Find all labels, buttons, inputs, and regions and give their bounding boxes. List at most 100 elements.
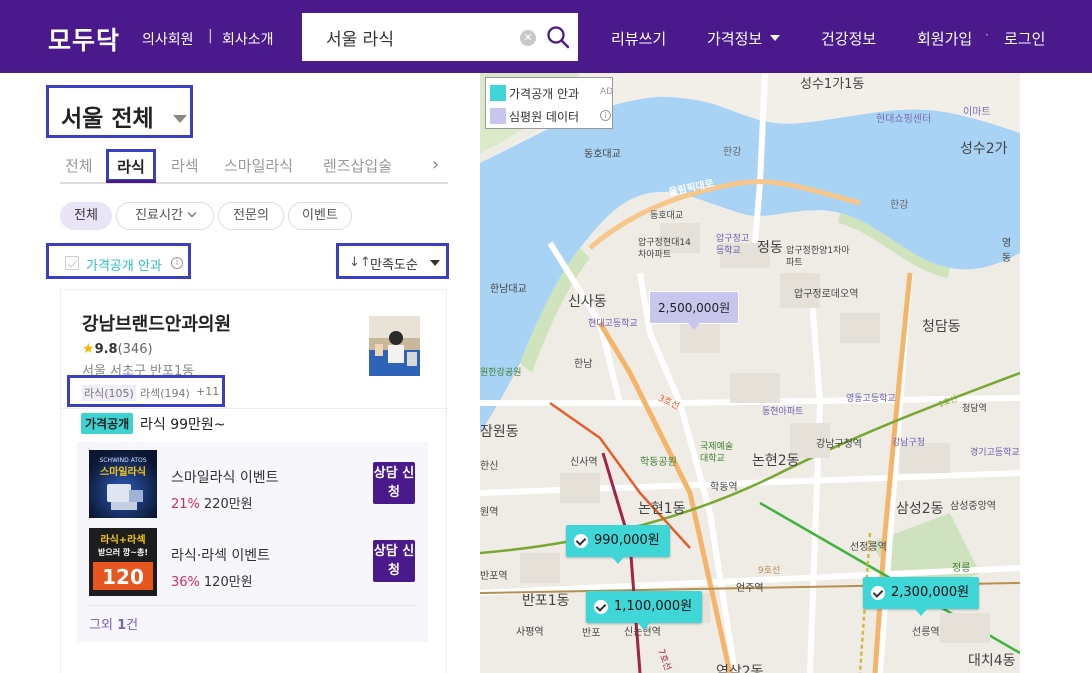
map-label: 한남대교 xyxy=(490,284,527,295)
map-label: 선릉역 xyxy=(912,627,940,638)
map-label: 대치4동 xyxy=(968,653,1016,669)
chevron-right-icon[interactable]: › xyxy=(432,154,439,175)
nav-price-info[interactable]: 가격정보 xyxy=(707,28,781,49)
active-tab-indicator xyxy=(106,180,156,183)
price-open-badge: 가격공개 xyxy=(81,413,134,434)
map-price-pin-label: 2,300,000원 xyxy=(891,585,970,600)
map-label: 원역 xyxy=(480,507,499,518)
chip-hours-label: 진료시간 xyxy=(135,208,183,223)
map-label: 삼성2동 xyxy=(896,501,944,517)
event-price: 21% 220만원 xyxy=(171,493,253,512)
map-label: 한강 xyxy=(890,200,909,211)
map-label: 7호선 xyxy=(655,647,673,673)
clinic-name[interactable]: 강남브랜드안과의원 xyxy=(82,310,231,336)
search-icon[interactable] xyxy=(546,25,570,49)
map-price-pin-label: 990,000원 xyxy=(594,533,660,548)
nav-health-info[interactable]: 건강정보 xyxy=(821,28,876,49)
chip-all[interactable]: 전체 xyxy=(60,202,112,230)
event-image-title: 스마일라식 xyxy=(100,465,146,478)
caret-down-icon xyxy=(770,35,781,41)
more-events-link[interactable]: 그외 1건 xyxy=(89,614,138,633)
map-label: 강남구청역 xyxy=(816,439,862,450)
map-label: 반포1동 xyxy=(522,593,570,609)
pin-tail xyxy=(638,623,651,630)
map-label: 3호선 xyxy=(656,393,681,413)
map-label: 국제예술대학교 xyxy=(700,442,734,464)
nav-write-review[interactable]: 리뷰쓰기 xyxy=(611,28,666,49)
nav-signup[interactable]: 회원가입 xyxy=(917,28,972,49)
about-company-link[interactable]: 회사소개 xyxy=(222,29,274,49)
event-image-title: 120 xyxy=(102,565,144,589)
doctor-member-link[interactable]: 의사회원 xyxy=(142,29,194,49)
map-label: 경기고등학교 xyxy=(970,448,1020,458)
event-item[interactable]: SCHWIND ATOS 스마일라식 스마일라식 이벤트 21% 220만원 상담… xyxy=(89,450,416,530)
map-label: 학동역 xyxy=(710,482,738,493)
event-title: 스마일라식 이벤트 xyxy=(171,470,279,486)
event-image[interactable]: 라식+라섹 받으러 깡~총! 120 xyxy=(89,528,157,596)
map-label: 잠원동 xyxy=(480,424,519,440)
map-label: 논현2동 xyxy=(752,453,800,469)
event-item[interactable]: 라식+라섹 받으러 깡~총! 120 라식·라섹 이벤트 36% 120만원 상담… xyxy=(89,528,416,608)
map-label: 정릉 xyxy=(952,563,971,574)
consult-button[interactable]: 상담 신청 xyxy=(373,540,415,582)
map-price-pin[interactable]: 990,000원 xyxy=(566,525,670,564)
clinic-thumbnail[interactable] xyxy=(369,316,420,376)
tab-lasik[interactable]: 라식 xyxy=(106,149,156,182)
tab-smile-lasik[interactable]: 스마일라식 xyxy=(224,155,293,176)
price-open-filter[interactable]: 가격공개 안과 i xyxy=(46,243,191,279)
region-selector[interactable]: 서울 전체 xyxy=(46,85,193,138)
region-label: 서울 전체 xyxy=(61,106,154,132)
map-label: 동현아파트 xyxy=(762,407,804,417)
tab-lasek[interactable]: 라섹 xyxy=(171,155,199,176)
event-title: 라식·라섹 이벤트 xyxy=(171,548,271,564)
legend-swatch xyxy=(490,85,506,101)
clear-icon[interactable]: ✕ xyxy=(520,30,536,46)
check-icon xyxy=(594,600,608,614)
nav-separator: · xyxy=(985,28,989,42)
legend-label: 가격공개 안과 xyxy=(509,87,580,101)
search-input[interactable] xyxy=(302,13,512,61)
sort-dropdown[interactable]: ↓↑ 만족도순 xyxy=(336,243,449,279)
tag-lasek[interactable]: 라섹(194) xyxy=(140,385,190,401)
consult-button[interactable]: 상담 신청 xyxy=(373,462,415,504)
map-label: 신사동 xyxy=(568,294,607,310)
map-price-pin[interactable]: 2,300,000원 xyxy=(863,577,980,616)
map-label: 현대고등학교 xyxy=(588,319,638,329)
logo[interactable]: 모두닥 xyxy=(48,21,120,57)
rating-score: 9.8 xyxy=(94,342,118,357)
ad-badge: AD xyxy=(600,87,614,97)
map-price-pin[interactable]: 2,500,000원 xyxy=(649,291,740,330)
map-label: 성수2가 xyxy=(960,141,1008,157)
link-separator: | xyxy=(208,28,213,44)
map-label: 강남구청 xyxy=(892,438,926,448)
tag-lasik[interactable]: 라식(105) xyxy=(82,385,136,401)
more-count: 1 xyxy=(117,618,127,633)
event-image[interactable]: SCHWIND ATOS 스마일라식 xyxy=(89,450,157,518)
tag-more[interactable]: +11 xyxy=(196,385,219,398)
map-label: 성수1가1동 xyxy=(800,77,865,92)
caret-down-icon xyxy=(430,260,440,266)
map-price-pin-label: 2,500,000원 xyxy=(658,301,731,315)
map-view[interactable]: 성수1가1동 현대쇼핑센터 이마트 성수2가 동호대교 한강 한강 올림픽대로 … xyxy=(480,73,1020,673)
clinic-card[interactable]: 강남브랜드안과의원 ★9.8(346) 서울 서초구 반포1동 라식(105) … xyxy=(60,289,448,673)
event-image-subtitle: 받으러 깡~총! xyxy=(98,547,148,557)
tab-lens-implant[interactable]: 렌즈삽입술 xyxy=(323,155,392,176)
event-image-caption: 라식+라섹 xyxy=(100,533,145,546)
review-count: (346) xyxy=(117,342,153,357)
map-label: 반포 xyxy=(582,628,601,639)
map-label: 동호대교 xyxy=(584,149,621,160)
event-list: SCHWIND ATOS 스마일라식 스마일라식 이벤트 21% 220만원 상담… xyxy=(77,442,428,642)
chip-hours[interactable]: 진료시간 xyxy=(116,202,214,230)
map-label: 이마트 xyxy=(963,107,991,118)
event-price-value: 120만원 xyxy=(203,575,253,590)
tab-all[interactable]: 전체 xyxy=(65,155,93,176)
map-label: 영동 xyxy=(1002,238,1012,264)
event-image-caption: SCHWIND ATOS xyxy=(99,457,146,464)
info-icon[interactable]: i xyxy=(600,110,611,121)
chip-event[interactable]: 이벤트 xyxy=(288,202,352,230)
chip-specialist[interactable]: 전문의 xyxy=(218,202,284,230)
nav-login[interactable]: 로그인 xyxy=(1004,28,1045,49)
checkbox[interactable] xyxy=(65,256,79,270)
info-icon[interactable]: i xyxy=(171,257,183,269)
map-price-pin[interactable]: 1,100,000원 xyxy=(586,591,703,630)
